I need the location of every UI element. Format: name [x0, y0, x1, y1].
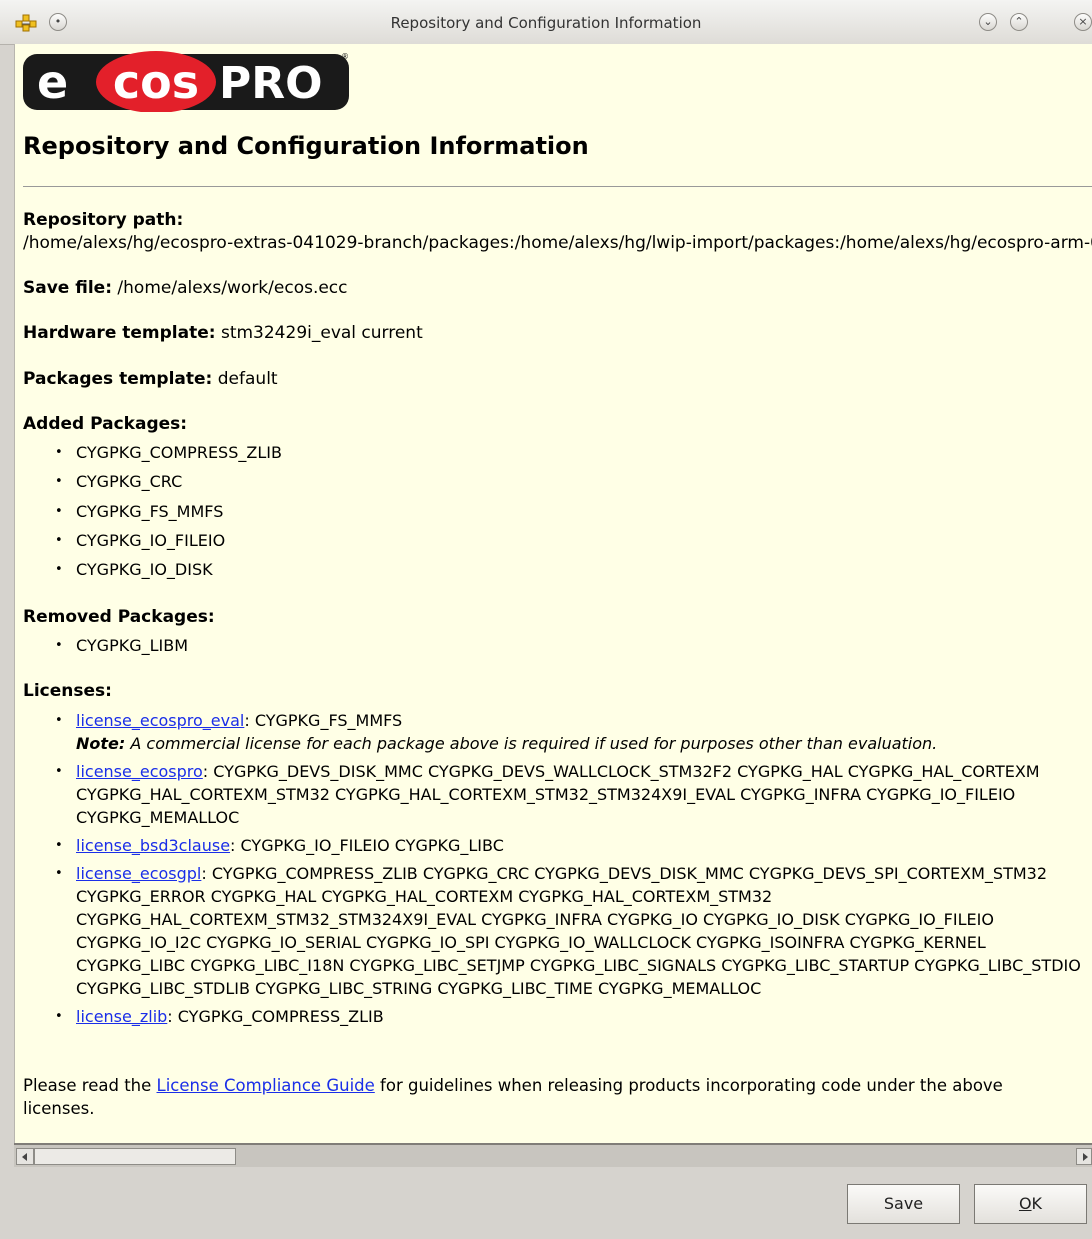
hardware-template-value: stm32429i_eval current: [220, 323, 423, 343]
footer-text-before: Please read the: [23, 1076, 157, 1095]
license-packages: : CYGPKG_COMPRESS_ZLIB: [167, 1007, 384, 1026]
license-packages: : CYGPKG_FS_MMFS: [244, 711, 403, 730]
ecospro-logo: e cos PRO ®: [23, 51, 349, 112]
list-item: CYGPKG_FS_MMFS: [23, 497, 282, 527]
license-item-ecospro-eval: license_ecospro_eval: CYGPKG_FS_MMFS Not…: [23, 709, 1088, 755]
license-bsd3clause-link[interactable]: license_bsd3clause: [76, 836, 230, 855]
save-button[interactable]: Save: [847, 1184, 960, 1224]
note-label: Note:: [76, 734, 126, 753]
hardware-template-label: Hardware template:: [23, 323, 216, 343]
licenses-list: license_ecospro_eval: CYGPKG_FS_MMFS Not…: [23, 709, 1088, 1033]
info-content-pane[interactable]: e cos PRO ® Repository and Configuration…: [14, 44, 1092, 1143]
license-compliance-note: Please read the License Compliance Guide…: [23, 1074, 1068, 1120]
list-item: CYGPKG_IO_FILEIO: [23, 526, 282, 556]
packages-template-label: Packages template:: [23, 369, 213, 389]
horizontal-scrollbar[interactable]: [14, 1143, 1092, 1167]
save-file-label: Save file:: [23, 278, 113, 298]
window-title: Repository and Configuration Information: [390, 14, 702, 32]
arrow-right-icon: [1083, 1153, 1088, 1161]
minimize-icon[interactable]: ⌄: [979, 13, 997, 31]
licenses-heading: Licenses:: [23, 681, 112, 701]
scrollbar-thumb[interactable]: [34, 1148, 236, 1165]
ok-mnemonic: O: [1018, 1194, 1032, 1213]
hardware-template-section: Hardware template: stm32429i_eval curren…: [23, 323, 423, 343]
note-text: A commercial license for each package ab…: [125, 734, 938, 753]
removed-packages-heading: Removed Packages:: [23, 607, 215, 627]
list-item: CYGPKG_LIBM: [23, 631, 188, 661]
list-item: CYGPKG_COMPRESS_ZLIB: [23, 438, 282, 468]
title-bar: • Repository and Configuration Informati…: [0, 0, 1092, 45]
license-packages: : CYGPKG_COMPRESS_ZLIB CYGPKG_CRC CYGPKG…: [76, 864, 1081, 998]
repository-path-section: Repository path:: [23, 210, 183, 230]
license-item-bsd3clause: license_bsd3clause: CYGPKG_IO_FILEIO CYG…: [23, 834, 1088, 857]
save-file-section: Save file: /home/alexs/work/ecos.ecc: [23, 278, 348, 298]
repository-path-value-row: /home/alexs/hg/ecospro-extras-041029-bra…: [23, 233, 1092, 253]
arrow-left-icon: [22, 1153, 27, 1161]
logo-letters-cos: cos: [113, 55, 199, 109]
list-item: CYGPKG_CRC: [23, 467, 282, 497]
license-ecospro-eval-link[interactable]: license_ecospro_eval: [76, 711, 244, 730]
close-icon[interactable]: ×: [1074, 13, 1092, 31]
page-title: Repository and Configuration Information: [23, 132, 589, 160]
removed-packages-label: Removed Packages:: [23, 607, 215, 627]
license-zlib-link[interactable]: license_zlib: [76, 1007, 167, 1026]
license-item-ecospro: license_ecospro: CYGPKG_DEVS_DISK_MMC CY…: [23, 760, 1088, 829]
logo-letter-e: e: [37, 55, 68, 109]
added-packages-heading: Added Packages:: [23, 414, 187, 434]
repository-path-value: /home/alexs/hg/ecospro-extras-041029-bra…: [23, 233, 1092, 253]
logo-letters-pro: PRO: [219, 58, 323, 109]
save-button-label: Save: [883, 1194, 924, 1213]
license-packages: : CYGPKG_DEVS_DISK_MMC CYGPKG_DEVS_WALLC…: [76, 762, 1040, 827]
added-packages-list: CYGPKG_COMPRESS_ZLIB CYGPKG_CRC CYGPKG_F…: [23, 438, 282, 585]
registered-mark: ®: [341, 52, 349, 61]
save-file-value: /home/alexs/work/ecos.ecc: [117, 278, 348, 298]
license-ecosgpl-link[interactable]: license_ecosgpl: [76, 864, 201, 883]
list-item: CYGPKG_IO_DISK: [23, 555, 282, 585]
license-item-ecosgpl: license_ecosgpl: CYGPKG_COMPRESS_ZLIB CY…: [23, 862, 1088, 1000]
scroll-left-button[interactable]: [16, 1148, 34, 1165]
repository-path-label: Repository path:: [23, 210, 184, 230]
divider: [23, 186, 1092, 187]
licenses-label: Licenses:: [23, 681, 112, 701]
packages-template-section: Packages template: default: [23, 369, 278, 389]
ok-button[interactable]: OK: [974, 1184, 1087, 1224]
removed-packages-list: CYGPKG_LIBM: [23, 631, 188, 661]
license-item-zlib: license_zlib: CYGPKG_COMPRESS_ZLIB: [23, 1005, 1088, 1028]
license-ecospro-link[interactable]: license_ecospro: [76, 762, 203, 781]
scroll-right-button[interactable]: [1076, 1148, 1092, 1165]
ok-button-label: K: [1031, 1194, 1043, 1213]
packages-template-value: default: [217, 369, 278, 389]
added-packages-label: Added Packages:: [23, 414, 188, 434]
license-packages: : CYGPKG_IO_FILEIO CYGPKG_LIBC: [230, 836, 504, 855]
maximize-icon[interactable]: ⌃: [1010, 13, 1028, 31]
license-compliance-guide-link[interactable]: License Compliance Guide: [157, 1076, 375, 1095]
